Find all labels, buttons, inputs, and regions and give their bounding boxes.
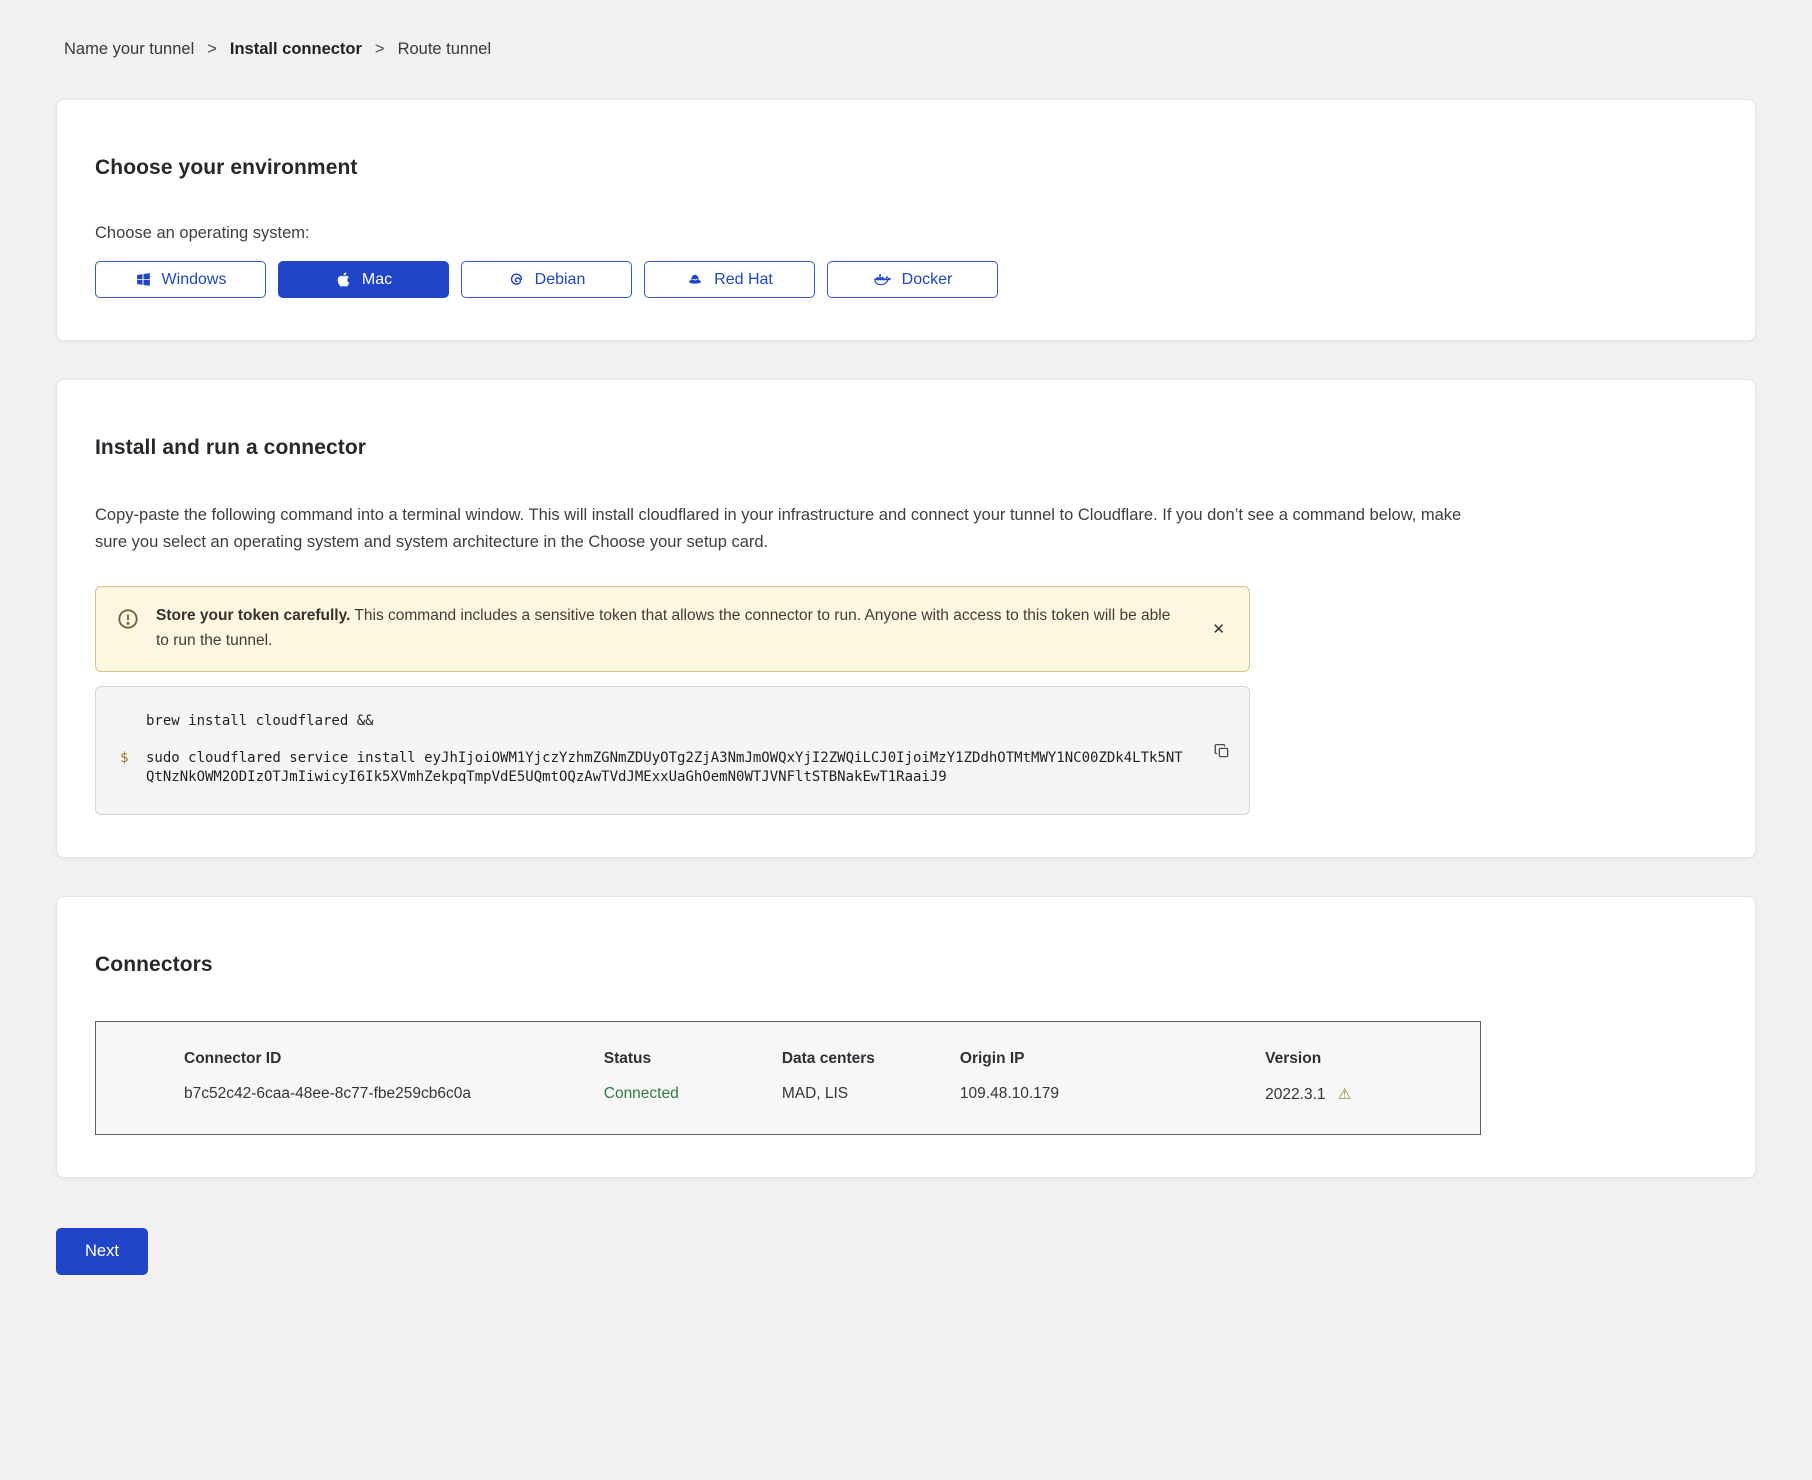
column-header-origin-ip: Origin IP xyxy=(960,1050,1265,1068)
code-line: brew install cloudflared && xyxy=(120,712,1187,731)
connectors-card: Connectors Connector ID Status Data cent… xyxy=(56,896,1756,1178)
connector-version-cell: 2022.3.1 ⚠ xyxy=(1265,1085,1456,1104)
os-button-label: Red Hat xyxy=(714,271,773,289)
os-button-redhat[interactable]: Red Hat xyxy=(644,261,815,298)
command-text: sudo cloudflared service install xyxy=(146,750,416,766)
alert-circle-icon xyxy=(117,608,139,630)
os-button-mac[interactable]: Mac xyxy=(278,261,449,298)
copy-icon[interactable] xyxy=(1209,738,1235,764)
column-header-connector-id: Connector ID xyxy=(184,1050,604,1068)
shell-prompt: $ xyxy=(120,749,146,787)
breadcrumb: Name your tunnel > Install connector > R… xyxy=(0,0,1812,99)
column-header-status: Status xyxy=(604,1050,782,1068)
redhat-icon xyxy=(686,271,704,289)
token-warning-banner: Store your token carefully. This command… xyxy=(95,586,1250,672)
column-header-version: Version xyxy=(1265,1050,1456,1068)
debian-icon xyxy=(508,271,525,288)
docker-icon xyxy=(873,270,892,289)
breadcrumb-separator: > xyxy=(207,40,217,59)
connector-origin-ip-value: 109.48.10.179 xyxy=(960,1085,1265,1104)
install-card-title: Install and run a connector xyxy=(95,436,1717,460)
connectors-card-title: Connectors xyxy=(95,953,1717,977)
breadcrumb-step-install-connector[interactable]: Install connector xyxy=(230,40,362,59)
version-warning-icon: ⚠ xyxy=(1338,1086,1351,1103)
install-command-code-block: brew install cloudflared && $ sudo cloud… xyxy=(95,686,1250,815)
os-button-label: Debian xyxy=(535,271,586,289)
os-button-debian[interactable]: Debian xyxy=(461,261,632,298)
token-warning-bold: Store your token carefully. xyxy=(156,607,350,624)
code-line: $ sudo cloudflared service install eyJhI… xyxy=(120,749,1187,787)
environment-card-title: Choose your environment xyxy=(95,156,1717,180)
token-warning-text: Store your token carefully. This command… xyxy=(156,604,1171,654)
environment-card: Choose your environment Choose an operat… xyxy=(56,99,1756,341)
connectors-table: Connector ID Status Data centers Origin … xyxy=(95,1021,1481,1135)
os-button-label: Mac xyxy=(362,271,392,289)
os-select-label: Choose an operating system: xyxy=(95,224,1717,243)
connector-id-value: b7c52c42-6caa-48ee-8c77-fbe259cb6c0a xyxy=(184,1085,604,1104)
windows-icon xyxy=(135,271,152,288)
install-card: Install and run a connector Copy-paste t… xyxy=(56,379,1756,858)
code-line-brew: brew install cloudflared && xyxy=(146,712,1187,731)
column-header-data-centers: Data centers xyxy=(782,1050,960,1068)
connector-version-value: 2022.3.1 xyxy=(1265,1086,1325,1103)
os-button-group: Windows Mac Debian Red Hat xyxy=(95,261,1717,298)
os-button-docker[interactable]: Docker xyxy=(827,261,998,298)
next-button[interactable]: Next xyxy=(56,1228,148,1275)
breadcrumb-step-route-tunnel[interactable]: Route tunnel xyxy=(398,40,492,59)
apple-icon xyxy=(335,271,352,288)
os-button-label: Windows xyxy=(162,271,227,289)
install-description: Copy-paste the following command into a … xyxy=(95,502,1485,556)
close-icon[interactable]: ✕ xyxy=(1206,618,1231,641)
code-gutter xyxy=(120,712,146,731)
os-button-label: Docker xyxy=(902,271,953,289)
breadcrumb-separator: > xyxy=(375,40,385,59)
breadcrumb-step-name-tunnel[interactable]: Name your tunnel xyxy=(64,40,194,59)
connector-data-centers-value: MAD, LIS xyxy=(782,1085,960,1104)
connector-status-value: Connected xyxy=(604,1085,782,1104)
os-button-windows[interactable]: Windows xyxy=(95,261,266,298)
code-line-install-command: sudo cloudflared service install eyJhIjo… xyxy=(146,749,1187,787)
tunnel-setup-page: Name your tunnel > Install connector > R… xyxy=(0,0,1812,1480)
